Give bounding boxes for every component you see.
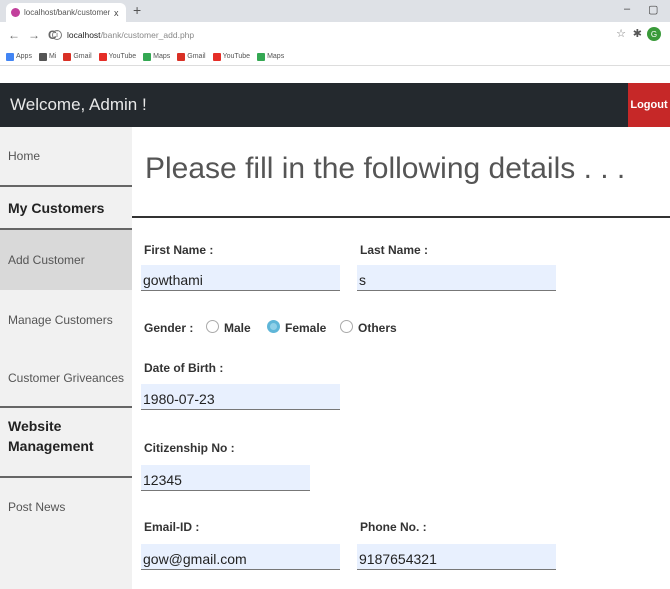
sidebar-item-manage-customers[interactable]: Manage Customers [0,290,132,350]
last-name-label: Last Name : [360,243,429,257]
address-bar-row: ← → C i localhost/bank/customer_add.php … [0,22,670,48]
minimize-icon[interactable]: – [624,3,630,15]
title-divider [132,216,670,218]
first-name-field[interactable] [141,265,340,291]
gender-male-label: Male [224,321,251,335]
dob-label: Date of Birth : [144,361,224,375]
phone-field[interactable] [357,544,556,570]
bookmark-item[interactable]: Gmail [177,52,206,61]
bookmark-item[interactable]: Mi [38,52,57,61]
logout-button[interactable]: Logout [628,83,670,127]
apps-grid-icon [6,52,14,61]
first-name-label: First Name : [144,243,214,257]
gender-female-label: Female [285,321,327,335]
maps-icon [143,52,152,61]
bookmark-item[interactable]: Apps [6,52,32,61]
sidebar-item-add-customer[interactable]: Add Customer [0,230,132,290]
sidebar-section-my-customers: My Customers [8,200,105,216]
bookmark-label: Maps [267,53,285,60]
site-info-icon[interactable]: i [52,30,62,40]
bookmark-label: YouTube [222,53,251,60]
new-tab-button[interactable]: + [133,2,141,18]
gender-others-label: Others [358,321,397,335]
bookmark-star-icon[interactable]: ☆ [616,27,626,40]
welcome-text: Welcome, Admin ! [10,95,147,114]
sidebar: Home My Customers Add Customer Manage Cu… [0,127,132,589]
back-arrow-icon[interactable]: ← [8,28,20,42]
gmail-icon [177,52,186,61]
sidebar-divider [0,406,132,408]
bookmark-item[interactable]: Maps [143,52,171,61]
browser-tab[interactable]: localhost/bank/customer_add.p x [6,3,126,22]
youtube-icon [212,52,221,61]
tab-title: localhost/bank/customer_add.p [24,8,110,17]
browser-tab-bar: localhost/bank/customer_add.p x + – ▢ [0,0,670,22]
profile-avatar[interactable]: G [647,27,661,41]
citizenship-field[interactable] [141,465,310,491]
gmail-icon [63,52,72,61]
bookmark-item[interactable]: Maps [257,52,285,61]
citizenship-label: Citizenship No : [144,441,235,455]
bookmark-item[interactable]: Gmail [63,52,92,61]
sidebar-item-post-news[interactable]: Post News [0,478,132,536]
globe-icon [38,52,47,61]
page-title: Please fill in the following details . .… [145,152,626,185]
last-name-field[interactable] [357,265,556,291]
bookmark-item[interactable]: YouTube [212,52,251,61]
bookmarks-bar: Apps Mi Gmail YouTube Maps Gmail YouTube Maps [0,48,670,66]
url-field[interactable]: i localhost/bank/customer_add.php [52,27,194,43]
url-host: localhost [67,30,101,40]
gender-label: Gender : [144,321,194,335]
bookmark-label: Gmail [73,53,92,60]
phone-label: Phone No. : [360,520,427,534]
gender-others-radio[interactable] [340,320,353,333]
tab-close-icon[interactable]: x [114,8,119,18]
bookmark-label: Maps [153,53,171,60]
youtube-icon [98,52,107,61]
bookmark-label: Apps [16,53,32,60]
sidebar-divider [0,185,132,187]
url-path: /bank/customer_add.php [100,30,195,40]
bookmark-label: YouTube [108,53,137,60]
email-field[interactable] [141,544,340,570]
extensions-puzzle-icon[interactable]: ✱ [633,27,642,40]
tab-favicon-icon [11,8,20,17]
gender-male-radio[interactable] [206,320,219,333]
app-header: Welcome, Admin ! Logout [0,83,670,127]
sidebar-item-customer-grievances[interactable]: Customer Griveances [0,350,132,406]
email-label: Email-ID : [144,520,200,534]
forward-arrow-icon[interactable]: → [28,28,40,42]
sidebar-section-website-management: Website Management [8,418,94,454]
maps-icon [257,52,266,61]
gender-female-radio[interactable] [267,320,280,333]
bookmark-item[interactable]: YouTube [98,52,137,61]
sidebar-item-home[interactable]: Home [0,127,132,185]
bookmark-label: Gmail [187,53,206,60]
maximize-icon[interactable]: ▢ [648,3,658,16]
dob-field[interactable] [141,384,340,410]
bookmark-label: Mi [48,53,57,60]
